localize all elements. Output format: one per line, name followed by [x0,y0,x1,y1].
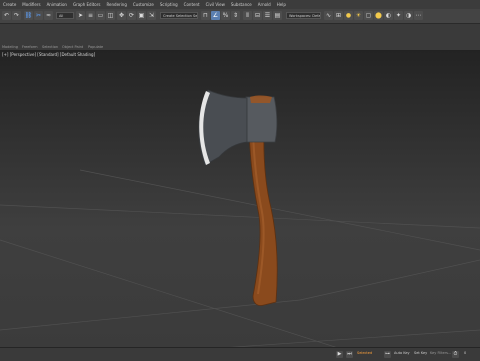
ribbon-panel [0,24,480,44]
select-object-icon[interactable]: ➤ [76,11,85,20]
menu-item-customize[interactable]: Customize [133,0,154,9]
spinner-snap-icon[interactable]: ⇕ [231,11,240,20]
link-icon[interactable]: ⛓ [24,11,33,20]
menu-item-substance[interactable]: Substance [231,0,252,9]
home-grid [0,169,480,347]
menu-item-modifiers[interactable]: Modifiers [22,0,40,9]
ribbon-tab-freeform[interactable]: Freeform [22,44,38,50]
render-iterative-icon[interactable]: ◐ [384,11,393,20]
select-rotate-icon[interactable]: ⟳ [127,11,136,20]
selection-set-input[interactable]: Create Selection Se [160,12,198,19]
next-frame-icon[interactable]: ⏭ [346,351,353,358]
render-frame-window-icon[interactable]: ▢ [364,11,373,20]
status-bar: ▶ ⏭ Selected ⊶ Auto Key Set Key Key Filt… [0,347,480,361]
mirror-icon[interactable]: ⫴ [243,11,252,20]
key-mode-icon[interactable]: ⊶ [384,351,391,358]
ribbon-tabs: Modeling Freeform Selection Object Paint… [0,44,480,51]
toggle-layer-explorer-icon[interactable]: ☰ [263,11,272,20]
material-editor-icon[interactable]: ● [344,11,353,20]
redo-icon[interactable]: ↷ [12,11,21,20]
ribbon-tab-populate[interactable]: Populate [88,44,103,50]
current-frame-field[interactable]: 0 [464,351,466,355]
perspective-viewport[interactable]: [+] [Perspective] [Standard] [Default Sh… [0,51,480,347]
select-place-icon[interactable]: ⇲ [147,11,156,20]
region-select-icon[interactable]: ▭ [96,11,105,20]
key-filters-button[interactable]: Key Filters... [430,351,451,355]
menu-bar: Create Modifiers Animation Graph Editors… [0,0,480,9]
select-scale-icon[interactable]: ▣ [137,11,146,20]
render-setup-icon[interactable]: ☀ [354,11,363,20]
select-move-icon[interactable]: ✥ [117,11,126,20]
set-key-button[interactable]: Set Key [414,351,427,355]
menu-item-content[interactable]: Content [184,0,200,9]
time-config-icon[interactable]: ⏱ [452,351,459,358]
more-icon[interactable]: ⋯ [414,11,423,20]
schematic-view-icon[interactable]: ⊞ [334,11,343,20]
percent-snap-icon[interactable]: % [221,11,230,20]
ribbon-tab-object-paint[interactable]: Object Paint [62,44,83,50]
viewport-shading-icon[interactable]: ◑ [404,11,413,20]
auto-key-button[interactable]: Auto Key [394,351,410,355]
menu-item-help[interactable]: Help [277,0,286,9]
menu-item-arnold[interactable]: Arnold [258,0,271,9]
axe-head-back [245,96,278,143]
selection-filter-dropdown[interactable]: All [56,12,74,19]
snaps-toggle-icon[interactable]: ⊓ [201,11,210,20]
axe-handle-top [250,95,272,103]
menu-item-scripting[interactable]: Scripting [160,0,178,9]
arnold-icon[interactable]: ✦ [394,11,403,20]
selected-label[interactable]: Selected [357,351,372,355]
menu-item-graph-editors[interactable]: Graph Editors [73,0,100,9]
toggle-ribbon-icon[interactable]: ▤ [273,11,282,20]
menu-item-rendering[interactable]: Rendering [106,0,126,9]
undo-icon[interactable]: ↶ [2,11,11,20]
unlink-icon[interactable]: ✂ [34,11,43,20]
workspace-dropdown[interactable]: Workspaces: Default [286,12,321,19]
ribbon-tab-modeling[interactable]: Modeling [2,44,18,50]
play-icon[interactable]: ▶ [336,351,343,358]
curve-editor-icon[interactable]: ∿ [324,11,333,20]
align-icon[interactable]: ⊟ [253,11,262,20]
bind-space-warp-icon[interactable]: ≈ [44,11,53,20]
main-toolbar: ↶ ↷ ⛓ ✂ ≈ All ➤ ≡ ▭ ◫ ✥ ⟳ ▣ ⇲ Create Sel… [0,9,480,24]
axe-model [198,89,278,306]
window-crossing-icon[interactable]: ◫ [106,11,115,20]
render-production-icon[interactable]: ⬤ [374,11,383,20]
menu-item-civil-view[interactable]: Civil View [206,0,225,9]
menu-item-animation[interactable]: Animation [47,0,67,9]
select-by-name-icon[interactable]: ≡ [86,11,95,20]
ribbon-tab-selection[interactable]: Selection [42,44,58,50]
angle-snap-icon[interactable]: ∠ [211,11,220,20]
menu-item-create[interactable]: Create [3,0,16,9]
viewport-scene [0,89,480,347]
